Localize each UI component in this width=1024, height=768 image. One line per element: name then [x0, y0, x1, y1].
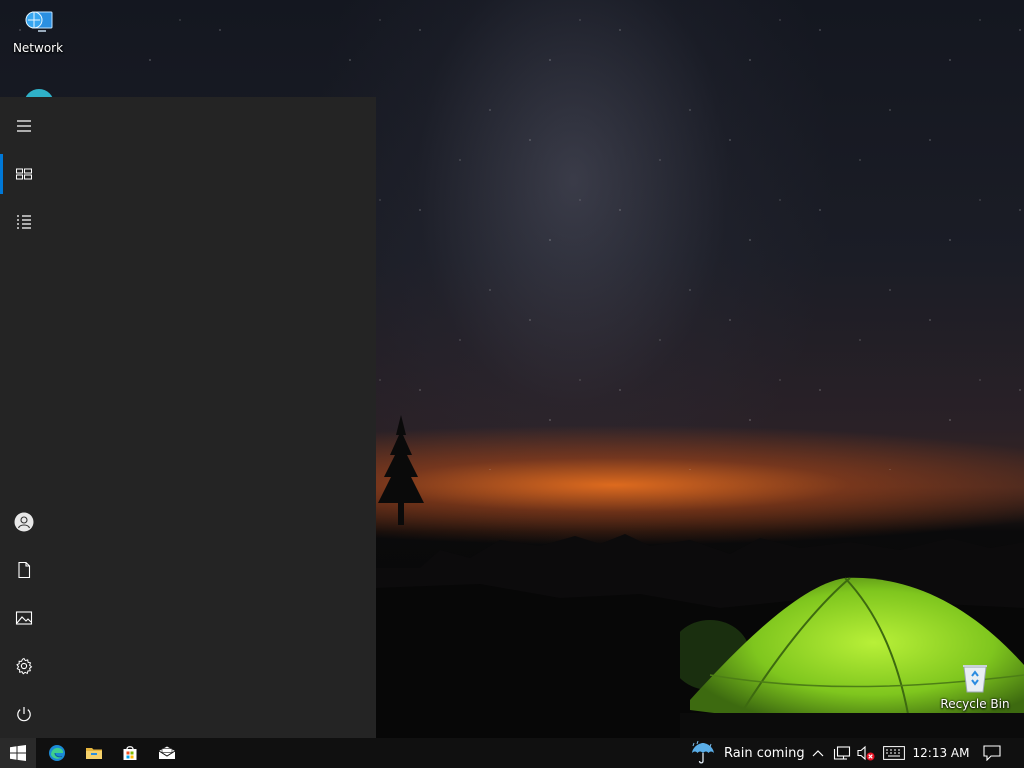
file-explorer-taskbar-button[interactable] — [76, 738, 112, 768]
settings-button[interactable] — [0, 642, 48, 690]
store-taskbar-button[interactable] — [112, 738, 148, 768]
microsoft-store-icon — [123, 746, 137, 760]
file-explorer-icon — [86, 748, 102, 759]
start-button[interactable] — [0, 738, 36, 768]
power-button[interactable] — [0, 690, 48, 738]
weather-widget[interactable]: Rain coming — [690, 738, 805, 768]
mail-icon — [158, 746, 176, 759]
all-apps-button[interactable] — [0, 198, 48, 246]
volume-tray-button[interactable] — [854, 738, 878, 768]
touch-keyboard-icon — [883, 746, 905, 760]
power-icon — [17, 707, 31, 722]
windows-start-icon — [10, 745, 26, 761]
network-icon — [25, 11, 53, 32]
mail-taskbar-button[interactable] — [148, 738, 186, 768]
user-account-icon — [14, 512, 34, 532]
recycle-bin-icon — [963, 665, 987, 693]
pictures-button[interactable] — [0, 594, 48, 642]
pine-tree-silhouette — [378, 415, 424, 525]
pinned-tiles-icon — [16, 168, 32, 180]
rain-umbrella-icon — [692, 741, 714, 764]
touch-keyboard-button[interactable] — [880, 738, 908, 768]
action-center-button[interactable] — [978, 738, 1006, 768]
documents-button[interactable] — [0, 546, 48, 594]
edge-browser-icon — [49, 745, 65, 761]
expand-menu-button[interactable] — [0, 102, 48, 150]
weather-text: Rain coming — [724, 745, 805, 761]
user-account-button[interactable] — [0, 498, 48, 546]
hamburger-menu-icon — [17, 120, 31, 132]
network-tray-button[interactable] — [830, 738, 854, 768]
show-hidden-icons-button[interactable] — [808, 738, 828, 768]
taskbar: Rain coming 12:13 AM — [0, 738, 1024, 768]
pictures-icon — [15, 611, 33, 625]
settings-gear-icon — [16, 657, 33, 675]
recycle-bin-label: Recycle Bin — [940, 697, 1010, 711]
chevron-up-icon — [812, 750, 824, 757]
glowing-tent — [680, 577, 1024, 738]
desktop-icon-recycle-bin[interactable]: Recycle Bin — [937, 662, 1013, 711]
pinned-tiles-button[interactable] — [0, 150, 48, 198]
action-center-icon — [983, 745, 1001, 761]
taskbar-clock[interactable]: 12:13 AM — [911, 738, 971, 768]
volume-muted-icon — [857, 745, 875, 761]
start-menu-rail — [0, 97, 48, 738]
network-icon — [833, 746, 851, 760]
all-apps-list-icon — [17, 215, 31, 229]
start-menu — [0, 97, 376, 738]
edge-taskbar-button[interactable] — [38, 738, 76, 768]
network-label: Network — [12, 41, 64, 55]
documents-icon — [18, 561, 31, 579]
desktop-icon-network[interactable]: Network — [0, 6, 76, 55]
